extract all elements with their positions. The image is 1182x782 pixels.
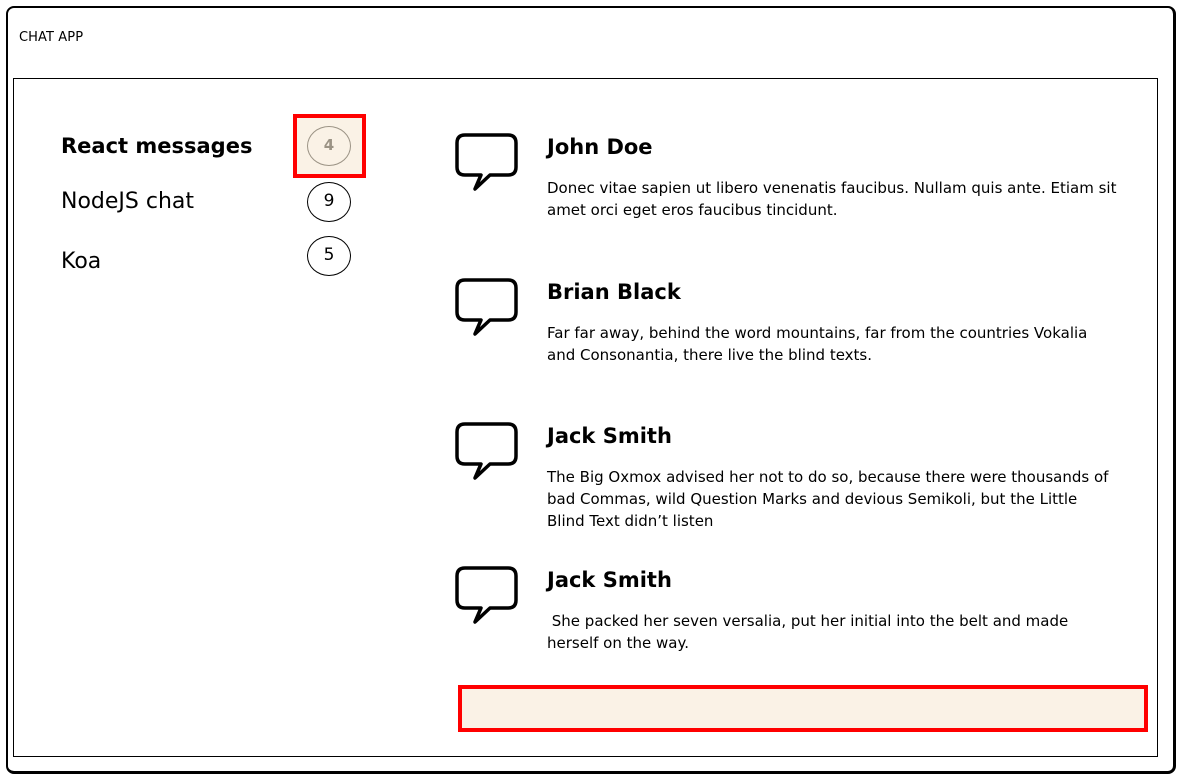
message-composer (458, 685, 1148, 732)
speech-bubble-icon (455, 133, 518, 191)
message-input[interactable] (462, 689, 1144, 728)
message-text: Donec vitae sapien ut libero venenatis f… (547, 179, 1117, 219)
channel-name: React messages (61, 134, 253, 158)
message-author: Jack Smith (547, 424, 672, 448)
speech-bubble-icon (455, 566, 518, 624)
unread-count-badge[interactable]: 5 (307, 236, 351, 276)
message-author: Brian Black (547, 280, 681, 304)
message-text: She packed her seven versalia, put her i… (547, 612, 1074, 652)
message-author: John Doe (547, 135, 653, 159)
message-author: Jack Smith (547, 568, 672, 592)
unread-count-badge[interactable]: 9 (307, 182, 351, 222)
message-text: Far far away, behind the word mountains,… (547, 324, 1093, 364)
channel-name: Koa (61, 249, 102, 274)
channel-name: NodeJS chat (61, 189, 195, 214)
app-title: CHAT APP (19, 30, 84, 45)
speech-bubble-icon (455, 278, 518, 336)
unread-count-badge[interactable]: 4 (307, 126, 351, 166)
speech-bubble-icon (455, 422, 518, 480)
message-text: The Big Oxmox advised her not to do so, … (547, 468, 1114, 530)
